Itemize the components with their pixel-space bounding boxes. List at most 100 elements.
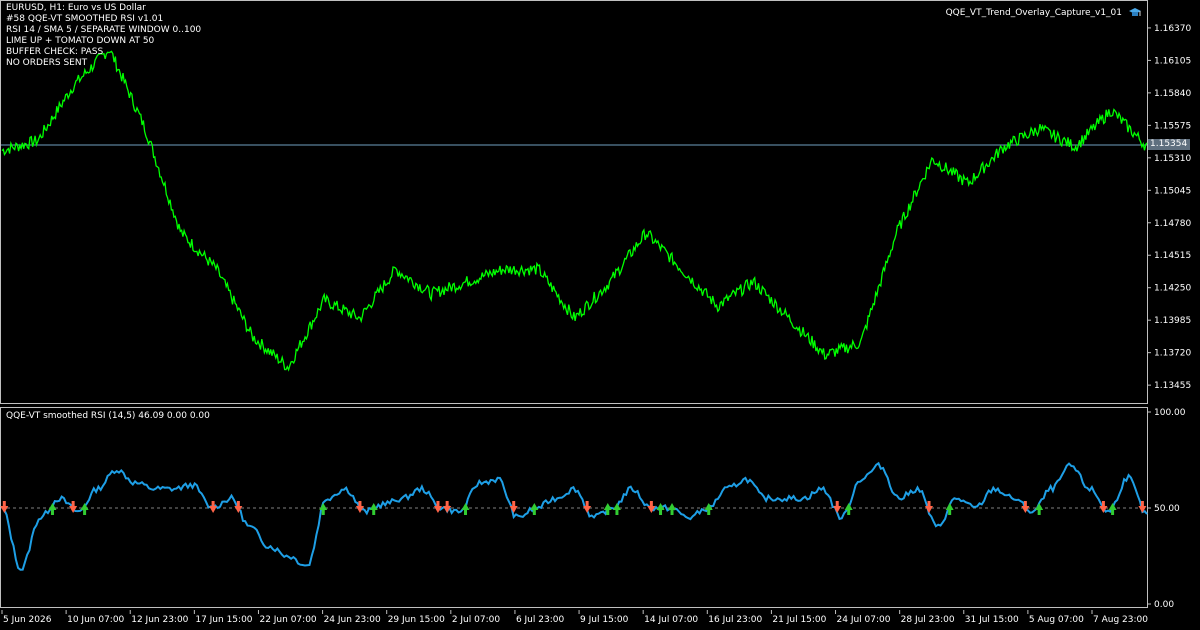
price-axis-label: 1.15310: [1154, 154, 1191, 164]
down-arrow-marker: [833, 506, 842, 513]
down-arrow-stem: [236, 501, 240, 506]
time-axis-label: 31 Jul 15:00: [965, 615, 1019, 625]
info-line-2: RSI 14 / SMA 5 / SEPARATE WINDOW 0..100: [6, 25, 202, 35]
time-axis: 5 Jun 2026 10 Jun 07:00 12 Jun 23:00 17 Jun…: [0, 610, 1200, 630]
indicator-axis-label: 100.00: [1154, 408, 1186, 418]
time-axis-label: 6 Jul 23:00: [516, 615, 565, 625]
up-arrow-marker: [1108, 503, 1117, 510]
up-arrow-marker: [668, 503, 677, 510]
up-arrow-stem: [659, 510, 663, 515]
down-arrow-stem: [2, 501, 6, 506]
up-arrow-marker: [844, 503, 853, 510]
up-arrow-stem: [1111, 510, 1115, 515]
up-arrow-marker: [461, 503, 470, 510]
indicator-chart-svg: 100.00 50.00 0.00: [0, 407, 1186, 610]
time-axis-label: 7 Aug 23:00: [1093, 615, 1148, 625]
time-axis-label: 12 Jun 23:00: [131, 615, 188, 625]
up-arrow-stem: [532, 510, 536, 515]
down-arrow-stem: [1101, 501, 1105, 506]
price-axis-label: 1.14515: [1154, 251, 1191, 261]
price-axis-label: 1.13985: [1154, 316, 1191, 326]
price-axis-label: 1.13720: [1154, 349, 1191, 359]
symbol-title: EURUSD, H1: Euro vs US Dollar: [6, 3, 146, 13]
indicator-axis-label: 50.00: [1154, 504, 1180, 514]
down-arrow-stem: [445, 501, 449, 506]
price-axis-label: 1.14250: [1154, 284, 1191, 294]
down-arrow-stem: [585, 501, 589, 506]
down-arrow-stem: [512, 501, 516, 506]
time-axis-label: 29 Jun 15:00: [388, 615, 445, 625]
up-arrow-stem: [372, 510, 376, 515]
down-arrow-stem: [1023, 501, 1027, 506]
up-arrow-stem: [707, 510, 711, 515]
info-line-5: NO ORDERS SENT: [6, 58, 88, 68]
time-axis-label: 5 Jun 2026: [3, 615, 52, 625]
down-arrow-marker: [583, 506, 592, 513]
down-arrow-stem: [211, 501, 215, 506]
down-arrow-stem: [358, 501, 362, 506]
up-arrow-stem: [50, 510, 54, 515]
indicator-window[interactable]: 100.00 50.00 0.00 QQE-VT smoothed RSI (14,…: [0, 405, 1200, 610]
down-arrow-marker: [925, 506, 934, 513]
price-axis: 1.16370 1.16105 1.15840 1.15575 1.15310 1.150…: [1147, 24, 1191, 391]
price-axis-label: 1.16105: [1154, 56, 1191, 66]
down-arrow-stem: [1140, 501, 1144, 506]
up-arrow-stem: [948, 510, 952, 515]
rsi-line-series: [1, 461, 1148, 571]
up-arrow-stem: [670, 510, 674, 515]
time-axis-label: 14 Jul 07:00: [644, 615, 698, 625]
up-arrow-stem: [606, 510, 610, 515]
time-axis-label: 24 Jun 23:00: [324, 615, 381, 625]
up-arrow-marker: [945, 503, 954, 510]
current-price-tag: 1.15354: [1148, 139, 1190, 150]
indicator-label: QQE-VT smoothed RSI (14,5) 46.09 0.00 0.…: [6, 411, 210, 421]
info-line-3: LIME UP + TOMATO DOWN AT 50: [6, 36, 155, 46]
time-axis-svg: 5 Jun 2026 10 Jun 07:00 12 Jun 23:00 17 Jun…: [1, 610, 1148, 625]
info-line-4: BUFFER CHECK: PASS: [6, 47, 104, 57]
time-axis-label: 16 Jul 23:00: [708, 615, 762, 625]
time-axis-label: 22 Jun 07:00: [259, 615, 316, 625]
up-arrow-marker: [612, 503, 621, 510]
up-arrow-stem: [1037, 510, 1041, 515]
down-arrow-stem: [927, 501, 931, 506]
time-axis-label: 17 Jun 15:00: [195, 615, 252, 625]
indicator-axis-label: 0.00: [1154, 600, 1174, 610]
price-axis-label: 1.15575: [1154, 121, 1191, 131]
time-axis-label: 10 Jun 07:00: [67, 615, 124, 625]
main-chart-window[interactable]: 1.16370 1.16105 1.15840 1.15575 1.15310 1.150…: [0, 0, 1200, 405]
time-axis-label: 5 Aug 07:00: [1029, 615, 1084, 625]
template-name-label: QQE_VT_Trend_Overlay_Capture_v1_01: [945, 8, 1122, 18]
time-axis-label: 28 Jul 23:00: [901, 615, 955, 625]
up-arrow-marker: [48, 503, 57, 510]
up-arrow-marker: [603, 503, 612, 510]
time-axis-label: 9 Jul 15:00: [580, 615, 629, 625]
price-axis-label: 1.15045: [1154, 186, 1191, 196]
down-arrow-stem: [649, 501, 653, 506]
up-arrow-stem: [847, 510, 851, 515]
down-arrow-marker: [0, 506, 9, 513]
up-arrow-marker: [1035, 503, 1044, 510]
up-arrow-stem: [321, 510, 325, 515]
graduation-cap-icon-svg: [1129, 8, 1141, 16]
price-axis-label: 1.13455: [1154, 381, 1191, 391]
down-arrow-stem: [835, 501, 839, 506]
down-arrow-stem: [436, 501, 440, 506]
up-arrow-marker: [530, 503, 539, 510]
time-axis-label: 21 Jul 15:00: [772, 615, 826, 625]
graduation-cap-icon[interactable]: [1128, 6, 1142, 18]
price-axis-label: 1.16370: [1154, 24, 1191, 34]
up-arrow-stem: [464, 510, 468, 515]
price-axis-label: 1.14780: [1154, 219, 1191, 229]
indicator-axis: 100.00 50.00 0.00: [1147, 408, 1186, 610]
up-arrow-marker: [319, 503, 328, 510]
time-axis-label: 24 Jul 07:00: [837, 615, 891, 625]
up-arrow-stem: [83, 510, 87, 515]
up-arrow-stem: [615, 510, 619, 515]
down-arrow-marker: [209, 506, 218, 513]
time-axis-label: 2 Jul 07:00: [452, 615, 501, 625]
price-axis-label: 1.15840: [1154, 89, 1191, 99]
down-arrow-stem: [71, 501, 75, 506]
info-line-1: #58 QQE-VT SMOOTHED RSI v1.01: [6, 14, 164, 24]
down-arrow-marker: [509, 506, 518, 513]
price-line-series: [1, 50, 1148, 372]
